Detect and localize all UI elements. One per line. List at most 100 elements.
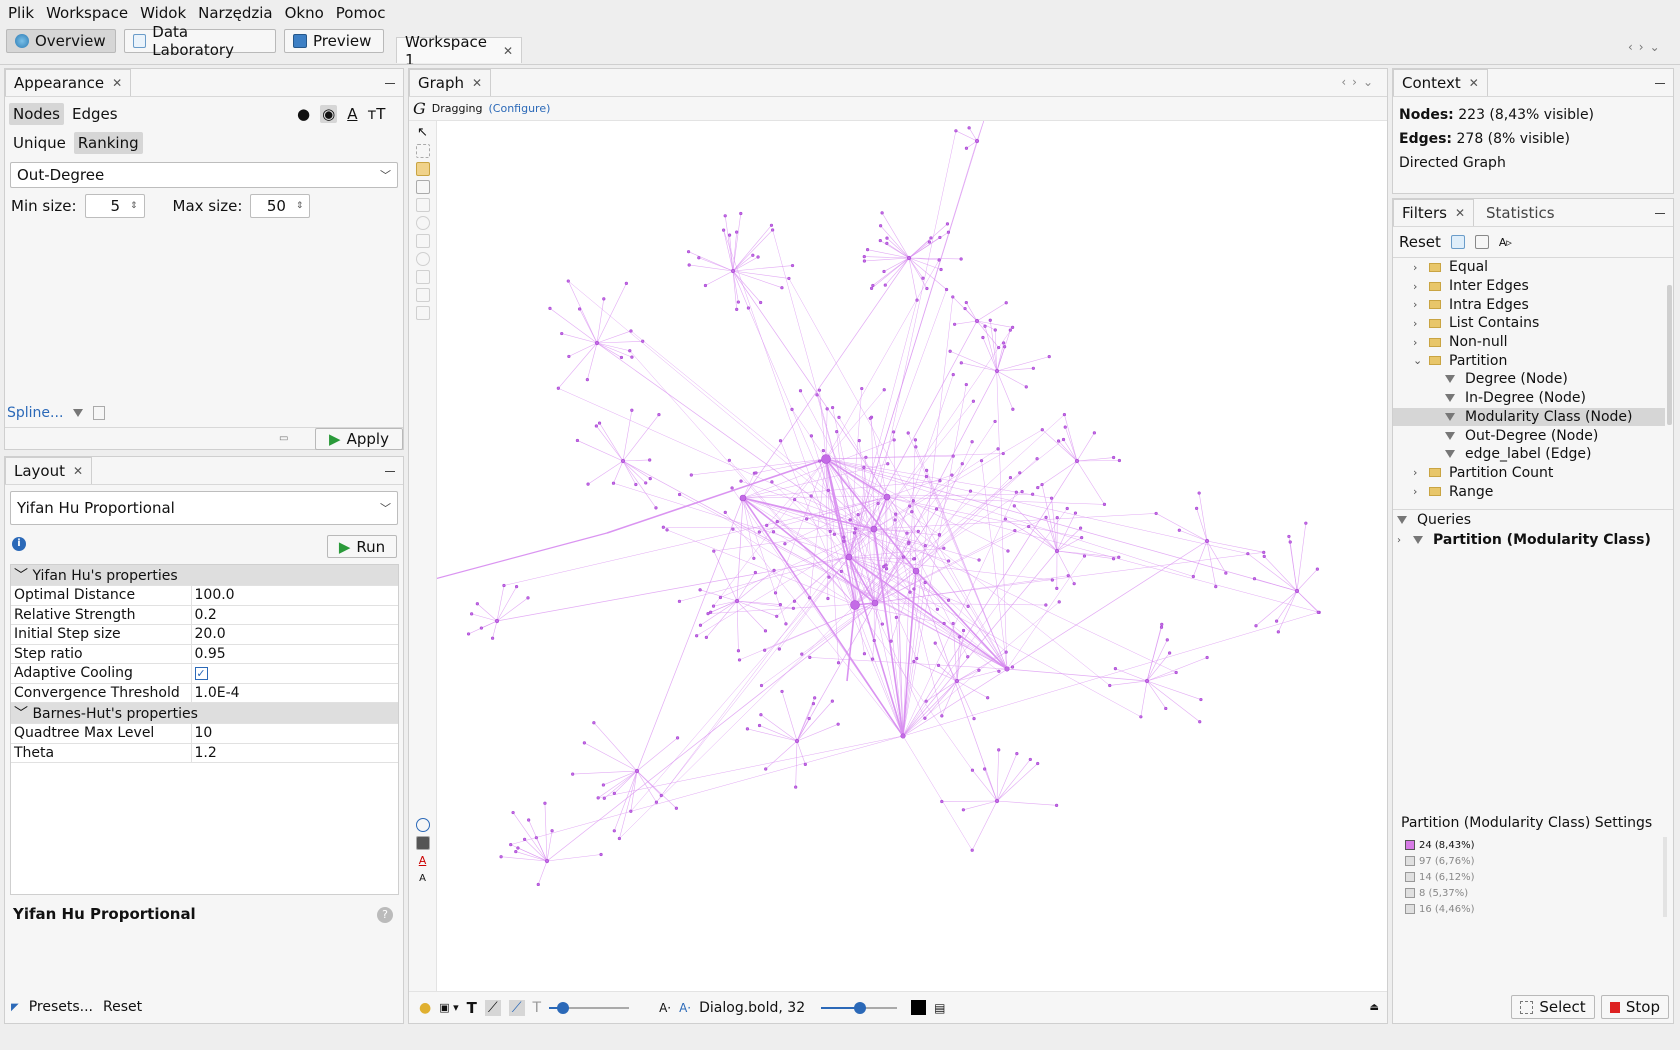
- graph-node[interactable]: [1050, 578, 1054, 582]
- graph-node[interactable]: [905, 531, 909, 535]
- graph-node[interactable]: [1224, 571, 1228, 575]
- partition-item[interactable]: 14 (6,12%): [1405, 869, 1663, 885]
- graph-node[interactable]: [908, 504, 912, 508]
- layout-tab[interactable]: Layout ✕: [5, 457, 93, 484]
- graph-node[interactable]: [1065, 506, 1069, 511]
- graph-node[interactable]: [915, 298, 919, 302]
- graph-node[interactable]: [908, 590, 912, 594]
- graph-node[interactable]: [661, 525, 665, 529]
- graph-node[interactable]: [601, 783, 605, 787]
- graph-tab-nav-icons[interactable]: ‹›⌄: [1341, 75, 1379, 89]
- filter-item[interactable]: Out-Degree (Node): [1393, 426, 1665, 445]
- graph-node[interactable]: [1174, 670, 1178, 675]
- graph-node[interactable]: [800, 652, 804, 656]
- graph-node[interactable]: [578, 307, 582, 311]
- save-icon[interactable]: [1474, 235, 1489, 249]
- graph-node[interactable]: [544, 858, 550, 864]
- graph-node[interactable]: [966, 604, 970, 608]
- label-size-icon[interactable]: тT: [367, 105, 385, 123]
- filter-item[interactable]: Degree (Node): [1393, 370, 1665, 389]
- graph-node[interactable]: [735, 307, 739, 311]
- menu-item-4[interactable]: Okno: [279, 4, 330, 22]
- graph-node[interactable]: [612, 829, 616, 833]
- painter-icon[interactable]: [415, 198, 430, 212]
- filter-category[interactable]: › Inter Edges: [1393, 277, 1665, 296]
- graph-node[interactable]: [502, 583, 506, 588]
- graph-node[interactable]: [964, 382, 968, 387]
- graph-node[interactable]: [935, 507, 939, 511]
- graph-node[interactable]: [1008, 476, 1013, 480]
- graph-node[interactable]: [1117, 555, 1121, 559]
- graph-node[interactable]: [892, 430, 896, 434]
- graph-node[interactable]: [1294, 588, 1300, 594]
- graph-node[interactable]: [730, 268, 736, 274]
- graph-node[interactable]: [923, 544, 927, 548]
- expand-icon[interactable]: ⏏: [1370, 1002, 1379, 1013]
- graph-node[interactable]: [892, 438, 896, 442]
- graph-node[interactable]: [602, 297, 606, 301]
- graph-node[interactable]: [791, 606, 795, 610]
- graph-node[interactable]: [523, 837, 527, 841]
- graph-node[interactable]: [807, 716, 811, 721]
- close-icon[interactable]: ✕: [1469, 76, 1479, 90]
- property-row[interactable]: Optimal Distance 100.0: [11, 585, 398, 606]
- graph-node[interactable]: [790, 407, 794, 411]
- node-pencil-icon[interactable]: [415, 306, 430, 320]
- graph-node[interactable]: [727, 458, 731, 462]
- font-color-icon[interactable]: A·: [679, 1001, 691, 1015]
- graph-node[interactable]: [836, 661, 841, 665]
- graph-node[interactable]: [704, 635, 708, 639]
- close-icon[interactable]: ✕: [1455, 206, 1465, 220]
- graph-node[interactable]: [808, 655, 812, 659]
- property-row[interactable]: Relative Strength 0.2: [11, 605, 398, 625]
- graph-node[interactable]: [826, 596, 830, 601]
- graph-node[interactable]: [884, 567, 889, 571]
- graph-node[interactable]: [1013, 528, 1017, 533]
- graph-node[interactable]: [1275, 619, 1279, 623]
- filter-item[interactable]: Modularity Class (Node): [1393, 407, 1665, 427]
- graph-node[interactable]: [868, 416, 872, 420]
- graph-node[interactable]: [617, 836, 621, 841]
- graph-node[interactable]: [836, 722, 840, 726]
- graph-node[interactable]: [1315, 567, 1319, 571]
- graph-node[interactable]: [771, 228, 775, 232]
- hand-drag-icon[interactable]: [415, 162, 430, 176]
- graph-node[interactable]: [1055, 516, 1059, 520]
- graph-node[interactable]: [997, 345, 1001, 350]
- graph-node[interactable]: [1012, 504, 1016, 508]
- graph-node[interactable]: [870, 525, 878, 533]
- graph-node[interactable]: [1031, 492, 1035, 496]
- graph-node[interactable]: [689, 473, 693, 477]
- graph-node[interactable]: [894, 512, 898, 516]
- graph-node[interactable]: [753, 570, 757, 575]
- configure-link[interactable]: (Configure): [489, 102, 551, 115]
- graph-node[interactable]: [1195, 506, 1199, 511]
- graph-node[interactable]: [968, 489, 973, 493]
- property-value[interactable]: 0.95: [191, 644, 398, 664]
- workspace-tab[interactable]: Workspace 1 ✕: [396, 33, 522, 69]
- graph-node[interactable]: [1027, 524, 1031, 529]
- graph-node[interactable]: [629, 329, 633, 333]
- menu-item-5[interactable]: Pomoc: [330, 4, 392, 22]
- property-value[interactable]: 100.0: [191, 585, 398, 606]
- filter-category[interactable]: ⌄ Partition: [1393, 351, 1665, 370]
- apply-button[interactable]: ▶ Apply: [315, 428, 403, 450]
- graph-node[interactable]: [923, 716, 927, 720]
- graph-node[interactable]: [756, 255, 760, 259]
- graph-node[interactable]: [1004, 650, 1008, 654]
- graph-node[interactable]: [1197, 491, 1201, 495]
- tab-scroll-icons[interactable]: ‹›⌄: [1628, 40, 1666, 54]
- property-row[interactable]: Quadtree Max Level 10: [11, 723, 398, 744]
- partition-color-swatch[interactable]: [1405, 888, 1415, 898]
- partition-color-swatch[interactable]: [1405, 872, 1415, 882]
- graph-node[interactable]: [534, 836, 538, 840]
- overview-button[interactable]: Overview: [6, 29, 116, 53]
- tab-statistics[interactable]: Statistics: [1474, 199, 1567, 226]
- graph-node[interactable]: [687, 263, 691, 267]
- graph-node[interactable]: [970, 848, 974, 852]
- graph-node[interactable]: [654, 800, 659, 804]
- graph-node[interactable]: [869, 286, 874, 291]
- graph-node[interactable]: [845, 553, 853, 561]
- graph-node[interactable]: [818, 459, 822, 463]
- graph-node[interactable]: [594, 424, 598, 428]
